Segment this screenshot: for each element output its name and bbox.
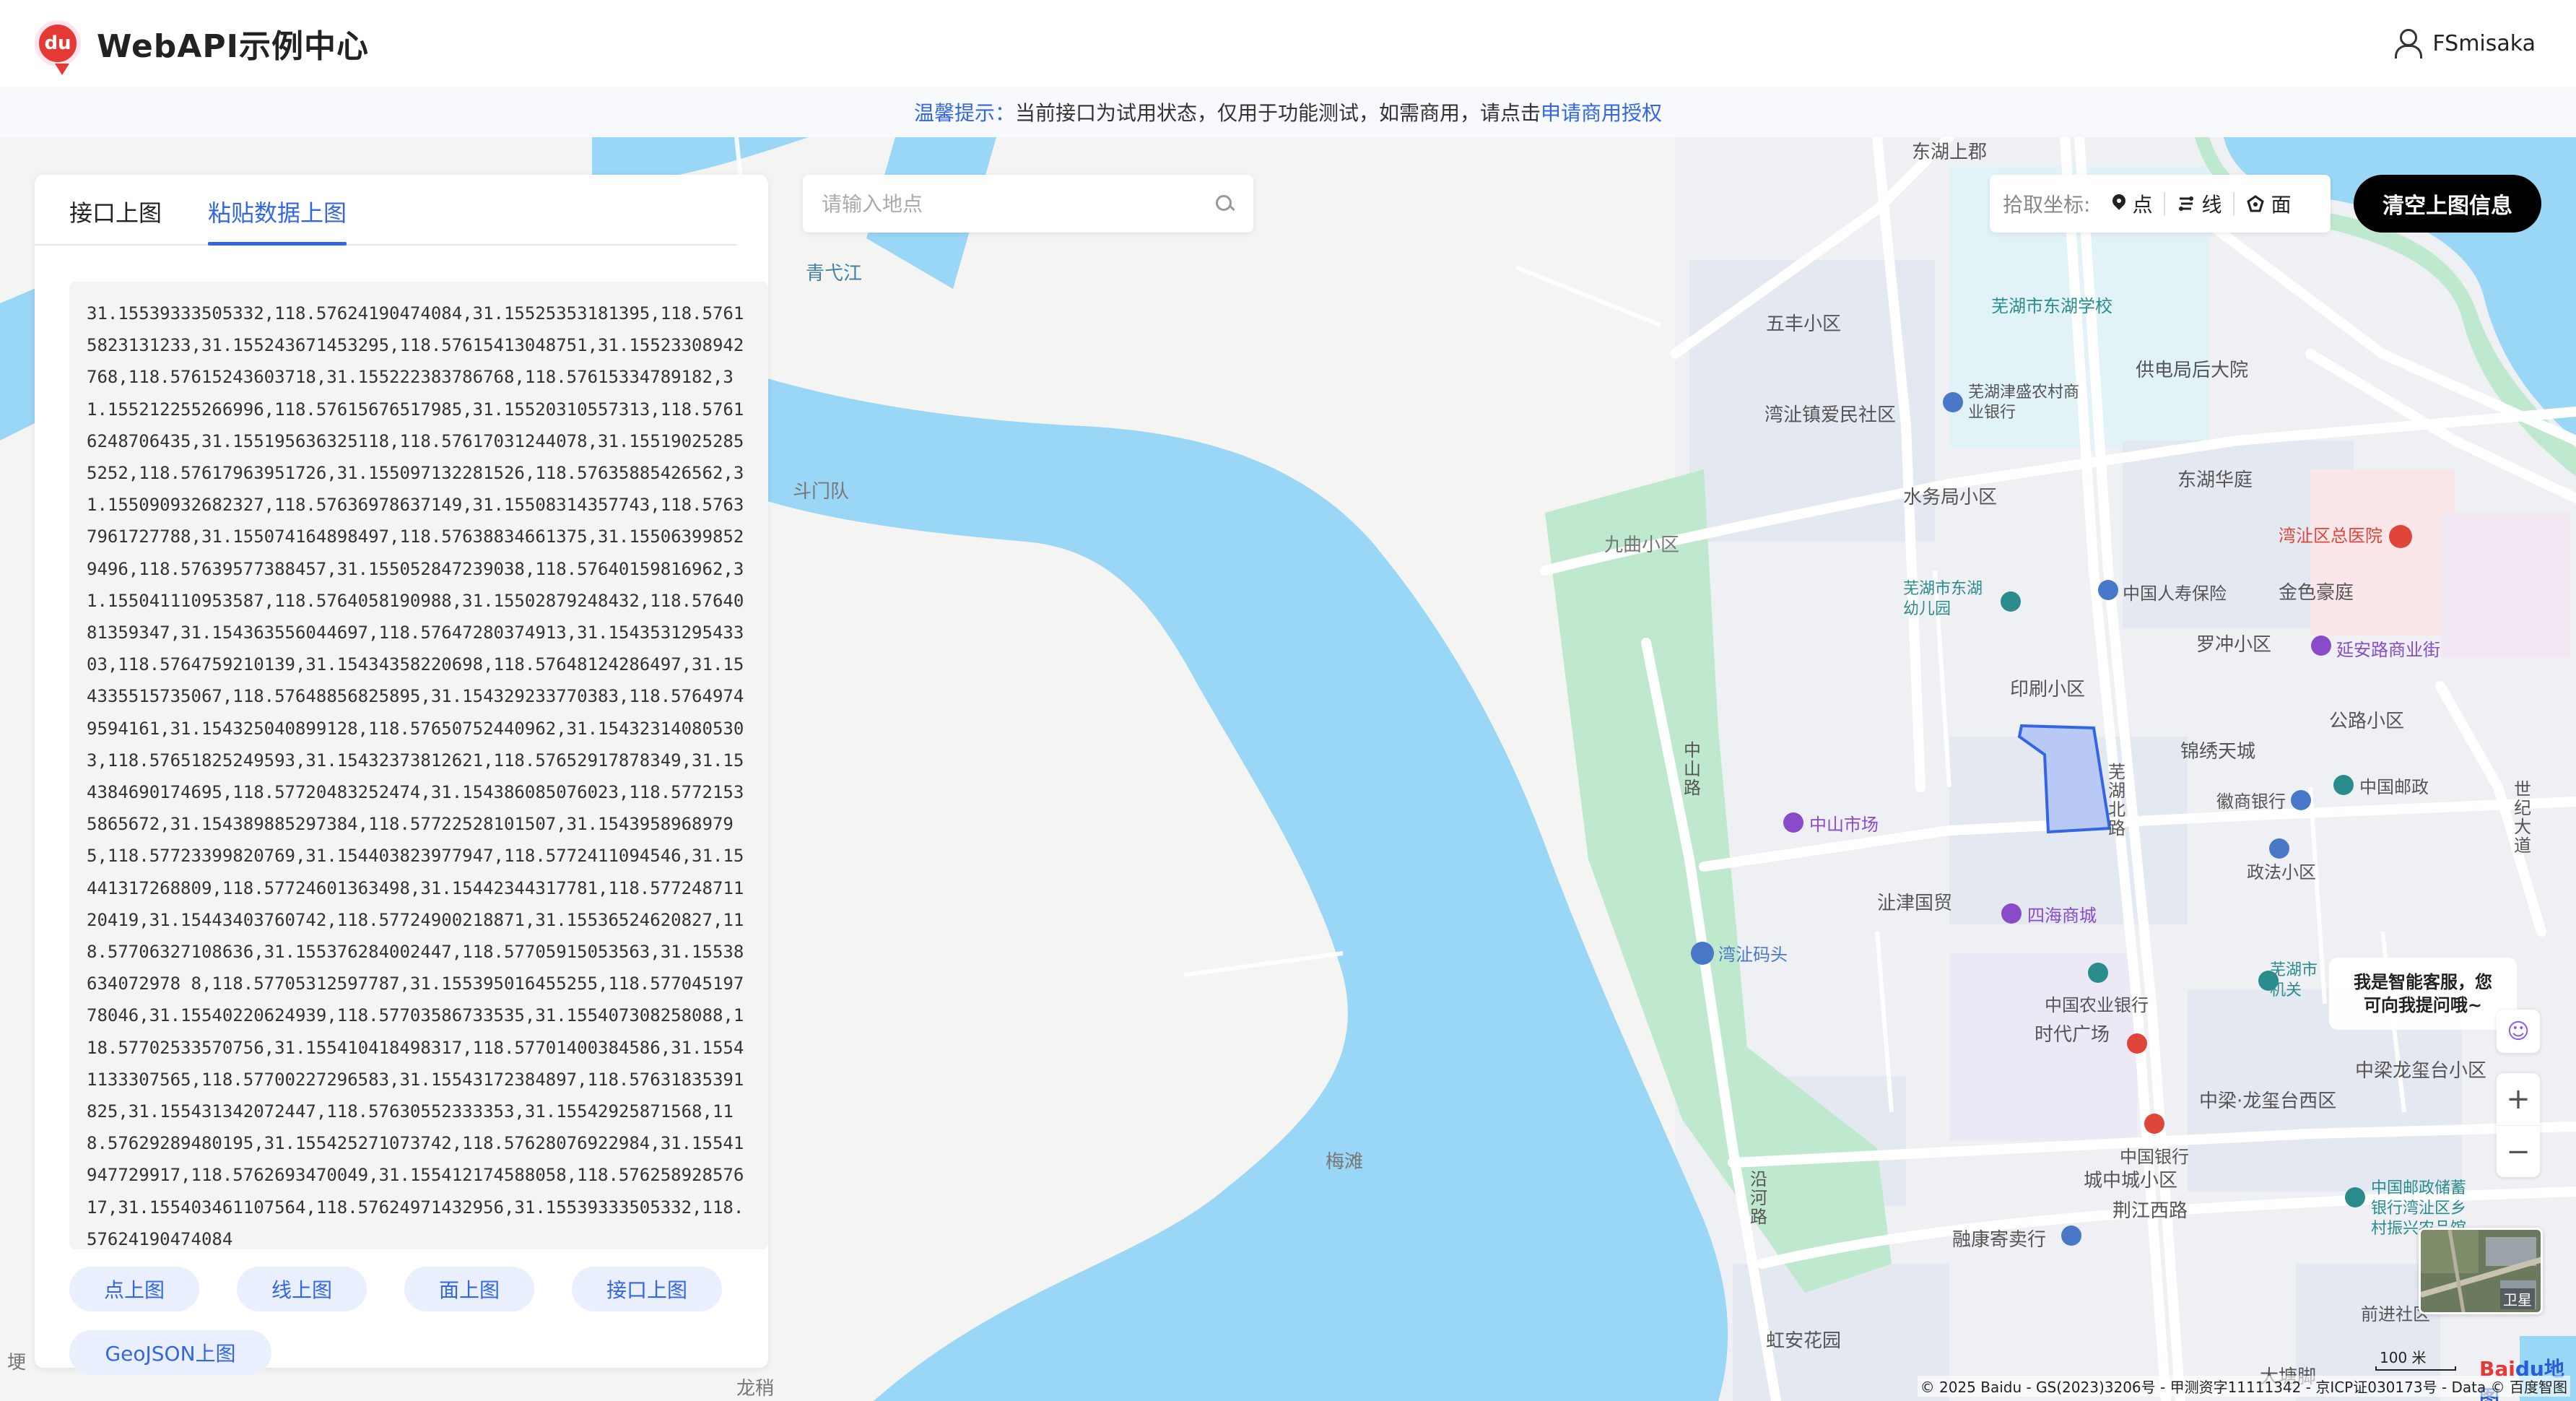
- upload-button-row: 点上图 线上图 面上图 接口上图: [69, 1267, 722, 1311]
- clear-map-button[interactable]: 清空上图信息: [2354, 175, 2541, 233]
- map-label: 中国银行: [2120, 1147, 2189, 1167]
- map-label: 供电局后大院: [2136, 360, 2249, 381]
- top-header: du WebAPI示例中心 FSmisaka: [0, 0, 2576, 87]
- map-label: 芜湖市东湖幼儿园: [1903, 580, 1983, 618]
- map-label: 虹安花园: [1766, 1330, 1842, 1352]
- map-label: 城中城小区: [2084, 1170, 2178, 1192]
- map-label: 梅滩: [1326, 1151, 1364, 1173]
- map-label: 罗冲小区: [2196, 634, 2272, 656]
- map-scale-bar: [2375, 1366, 2456, 1371]
- map-label: 湾沚码头: [1718, 945, 1788, 965]
- user-icon: [2393, 29, 2423, 58]
- map-label: 斗门队: [793, 481, 850, 503]
- apply-license-link[interactable]: 申请商用授权: [1541, 97, 1662, 126]
- map-label: 中国人寿保险: [2123, 584, 2227, 604]
- api-upload-button[interactable]: 接口上图: [572, 1267, 722, 1311]
- trial-notice-bar: 温馨提示： 当前接口为试用状态，仅用于功能测试，如需商用，请点击 申请商用授权: [0, 87, 2576, 137]
- pick-line-button[interactable]: 线: [2165, 189, 2233, 218]
- upload-panel: 接口上图 粘贴数据上图 31.15539333505332,118.576241…: [35, 175, 768, 1375]
- map-label: 青弋江: [806, 263, 863, 285]
- pick-polygon-button[interactable]: 面: [2235, 189, 2302, 218]
- baidu-logo-icon[interactable]: du: [35, 20, 81, 75]
- pick-label: 拾取坐标:: [2003, 193, 2091, 217]
- satellite-label: 卫星: [2500, 1288, 2535, 1309]
- map-label: 沿河路: [1750, 1169, 1767, 1227]
- map-label: 金色豪庭: [2279, 582, 2354, 604]
- location-search: [803, 175, 1253, 233]
- zoom-control: + −: [2497, 1073, 2540, 1177]
- zoom-in-button[interactable]: +: [2497, 1073, 2540, 1125]
- map-label: 四海商城: [2027, 906, 2097, 926]
- map-label: 世纪大道: [2514, 779, 2531, 856]
- satellite-toggle[interactable]: 卫星: [2419, 1228, 2543, 1314]
- geojson-upload-button[interactable]: GeoJSON上图: [69, 1330, 271, 1375]
- map-label: 湾沚区总医院: [2279, 526, 2383, 546]
- map-label: 锦绣天城: [2180, 741, 2256, 763]
- map-label: 中山市场: [1809, 815, 1879, 835]
- map-label: 五丰小区: [1766, 313, 1842, 335]
- username[interactable]: FSmisaka: [2432, 31, 2536, 56]
- ai-tip-line1: 我是智能客服，您: [2354, 972, 2492, 992]
- brand-title[interactable]: WebAPI示例中心: [97, 20, 369, 66]
- map-label: 芜湖津盛农村商业银行: [1968, 383, 2080, 422]
- map-label: 延安路商业街: [2336, 640, 2440, 660]
- pick-polygon-label: 面: [2271, 193, 2292, 217]
- pick-line-label: 线: [2201, 193, 2222, 217]
- map-label: 中梁龙玺台小区: [2355, 1060, 2487, 1082]
- map-label: 中国邮政: [2359, 777, 2429, 797]
- line-upload-button[interactable]: 线上图: [237, 1267, 367, 1311]
- polyline-icon: [2179, 196, 2194, 211]
- search-input[interactable]: [822, 191, 1214, 216]
- coordinates-textarea[interactable]: 31.15539333505332,118.57624190474084,31.…: [69, 282, 768, 1249]
- map-label: 龙稍: [736, 1378, 775, 1400]
- map-label: 湾沚镇爱民社区: [1765, 404, 1897, 426]
- map-label: 中山路: [1684, 740, 1701, 798]
- chat-bot-icon[interactable]: ☺: [2497, 1010, 2540, 1053]
- pick-point-label: 点: [2132, 193, 2153, 217]
- pick-point-button[interactable]: 点: [2100, 189, 2164, 218]
- map-label: 东湖华庭: [2177, 469, 2253, 491]
- map-label: 东湖上郡: [1912, 142, 1988, 163]
- notice-text: 当前接口为试用状态，仅用于功能测试，如需商用，请点击: [1014, 101, 1541, 125]
- map-label: 时代广场: [2035, 1024, 2110, 1046]
- tab-api-upload[interactable]: 接口上图: [69, 195, 162, 244]
- map-label: 中梁·龙玺台西区: [2199, 1090, 2337, 1112]
- map-label: 埂: [7, 1352, 27, 1374]
- point-upload-button[interactable]: 点上图: [69, 1267, 199, 1311]
- pick-coordinate-toolbar: 拾取坐标: 点 线 面: [1990, 175, 2331, 233]
- notice-prefix: 温馨提示：: [913, 101, 1015, 125]
- map-label: 芜湖市机关: [2270, 961, 2318, 999]
- ai-tip-line2: 可向我提问哦~: [2363, 995, 2483, 1015]
- map-label: 徽商银行: [2216, 791, 2286, 812]
- map-label: 荆江西路: [2112, 1200, 2188, 1222]
- ai-assistant-tooltip[interactable]: 我是智能客服，您 可向我提问哦~: [2329, 958, 2517, 1030]
- polygon-icon: [2247, 195, 2265, 212]
- search-icon[interactable]: [1214, 194, 1235, 214]
- polygon-upload-button[interactable]: 面上图: [404, 1267, 534, 1311]
- map-label: 九曲小区: [1604, 534, 1680, 556]
- map-label: 芜湖北路: [2108, 762, 2125, 838]
- tab-paste-upload[interactable]: 粘贴数据上图: [208, 195, 347, 246]
- user-menu[interactable]: FSmisaka: [2393, 0, 2536, 87]
- map-scale-label: 100 米: [2380, 1349, 2427, 1366]
- pin-icon: [2112, 194, 2126, 213]
- panel-tabs: 接口上图 粘贴数据上图: [35, 175, 736, 246]
- map-label: 印刷小区: [2010, 679, 2086, 700]
- map-copyright: © 2025 Baidu - GS(2023)3206号 - 甲测资字11111…: [1917, 1376, 2570, 1397]
- zoom-out-button[interactable]: −: [2497, 1125, 2540, 1177]
- map-label: 芜湖市东湖学校: [1991, 296, 2112, 316]
- map-label: 沚津国贸: [1877, 893, 1953, 914]
- map-label: 融康寄卖行: [1952, 1229, 2047, 1251]
- map-label: 中国农业银行: [2045, 995, 2149, 1015]
- map-label: 水务局小区: [1903, 487, 1998, 508]
- map-label: 政法小区: [2247, 862, 2316, 882]
- map-label: 公路小区: [2329, 711, 2405, 732]
